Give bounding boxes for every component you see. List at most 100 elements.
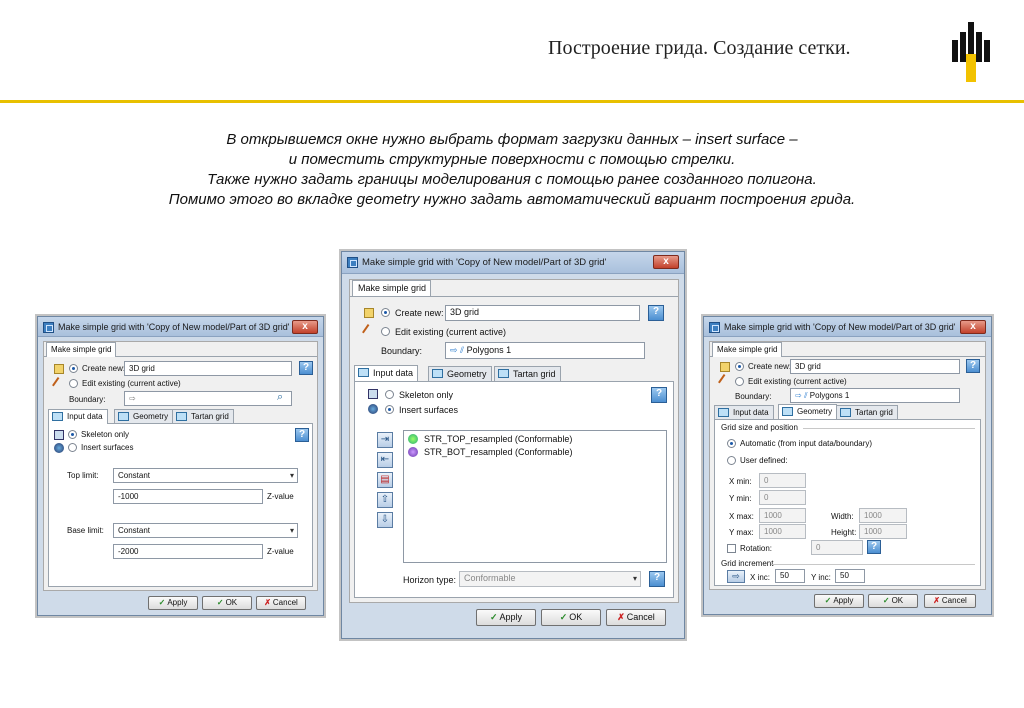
help-icon[interactable]: ? [867, 540, 881, 554]
base-value-input[interactable]: -2000 [113, 544, 263, 559]
xmin-input[interactable]: 0 [759, 473, 806, 488]
skeleton-only-radio[interactable] [68, 430, 77, 439]
ok-button[interactable]: ✓ OK [202, 596, 252, 610]
ok-button[interactable]: ✓ OK [868, 594, 918, 608]
help-icon[interactable]: ? [648, 305, 664, 321]
tab-input-data-label: Input data [373, 368, 414, 378]
create-new-input[interactable]: 3D grid [445, 305, 640, 321]
insert-arrow-icon[interactable]: ⇥ [377, 432, 393, 448]
tab-input-data-label: Input data [67, 412, 103, 421]
create-new-radio[interactable] [735, 362, 744, 371]
base-limit-select[interactable]: Constant [113, 523, 298, 538]
tartan-grid-icon [176, 412, 187, 421]
rotation-checkbox[interactable] [727, 544, 736, 553]
tab-tartan-grid[interactable]: Tartan grid [836, 405, 898, 419]
ok-button[interactable]: ✓ OK [541, 609, 601, 626]
boundary-input[interactable]: ⇨ ⫽ Polygons 1 [445, 342, 645, 359]
ymax-input[interactable]: 1000 [759, 524, 806, 539]
tab-tartan-grid[interactable]: Tartan grid [172, 409, 234, 423]
slide-title: Построение грида. Создание сетки. [548, 37, 851, 59]
cancel-button[interactable]: ✗ Cancel [924, 594, 976, 608]
edit-existing-radio[interactable] [381, 327, 390, 336]
help-icon[interactable]: ? [966, 359, 980, 373]
tab-geometry-label: Geometry [797, 407, 833, 416]
boundary-value: Polygons 1 [809, 391, 850, 400]
cancel-button[interactable]: ✗ Cancel [606, 609, 666, 626]
tab-tartan-grid[interactable]: Tartan grid [494, 366, 561, 381]
apply-button[interactable]: ✓ Apply [476, 609, 536, 626]
insert-surfaces-radio[interactable] [68, 443, 77, 452]
apply-button[interactable]: ✓ Apply [148, 596, 198, 610]
help-icon[interactable]: ? [651, 387, 667, 403]
tab-geometry[interactable]: Geometry [114, 409, 174, 423]
tab-input-data[interactable]: Input data [714, 405, 774, 419]
list-item[interactable]: STR_TOP_resampled (Conformable) [424, 434, 572, 444]
skeleton-only-radio[interactable] [385, 390, 394, 399]
surfaces-list[interactable]: STR_TOP_resampled (Conformable) STR_BOT_… [403, 430, 667, 563]
tab-geometry-label: Geometry [447, 369, 487, 379]
create-new-radio[interactable] [69, 364, 78, 373]
dialog-right-titlebar[interactable]: Make simple grid with 'Copy of New model… [704, 317, 991, 337]
tab-geometry[interactable]: Geometry [778, 404, 838, 419]
ymin-input[interactable]: 0 [759, 490, 806, 505]
boundary-input[interactable]: ⇨ [124, 391, 292, 406]
tab-content-center: Skeleton only Insert surfaces ? ⇥ ⇤ ▤ ⇧ … [354, 381, 674, 598]
dialog-center-titlebar[interactable]: Make simple grid with 'Copy of New model… [342, 252, 684, 274]
tab-geometry[interactable]: Geometry [428, 366, 492, 381]
surface-icon [408, 434, 418, 444]
tab-input-data[interactable]: Input data [354, 365, 419, 381]
create-new-input[interactable]: 3D grid [790, 359, 960, 374]
group-tab[interactable]: Make simple grid [46, 342, 117, 357]
delete-icon[interactable]: ▤ [377, 472, 393, 488]
yinc-input[interactable]: 50 [835, 569, 865, 583]
cancel-button[interactable]: ✗ Cancel [256, 596, 306, 610]
dialog-right: Make simple grid with 'Copy of New model… [703, 316, 992, 615]
pencil-icon [362, 324, 376, 338]
ymax-label: Y max: [729, 528, 754, 537]
help-icon[interactable]: ? [649, 571, 665, 587]
top-value-input[interactable]: -1000 [113, 489, 263, 504]
dialog-left-titlebar[interactable]: Make simple grid with 'Copy of New model… [38, 317, 323, 337]
user-defined-radio[interactable] [727, 456, 736, 465]
close-icon[interactable]: x [960, 320, 986, 334]
rotation-input[interactable]: 0 [811, 540, 863, 555]
apply-label: Apply [167, 598, 188, 607]
tab-input-data[interactable]: Input data [48, 409, 108, 424]
intro-text: В открывшемся окне нужно выбрать формат … [60, 130, 964, 210]
create-new-label: Create new: [395, 308, 444, 318]
automatic-radio[interactable] [727, 439, 736, 448]
help-icon[interactable]: ? [299, 361, 313, 375]
move-up-icon[interactable]: ⇧ [377, 492, 393, 508]
insert-surfaces-radio[interactable] [385, 405, 394, 414]
boundary-input[interactable]: ⇨ ⫽ Polygons 1 [790, 388, 960, 403]
tartan-grid-icon [498, 369, 509, 378]
apply-button[interactable]: ✓ Apply [814, 594, 864, 608]
top-limit-select[interactable]: Constant [113, 468, 298, 483]
dialog-center: Make simple grid with 'Copy of New model… [341, 251, 685, 639]
company-logo [952, 22, 990, 82]
move-down-icon[interactable]: ⇩ [377, 512, 393, 528]
edit-existing-label: Edit existing (current active) [82, 379, 181, 388]
ok-label: OK [225, 598, 238, 607]
cancel-label: Cancel [272, 598, 298, 607]
remove-arrow-icon[interactable]: ⇤ [377, 452, 393, 468]
folder-icon [54, 364, 64, 374]
close-icon[interactable]: x [653, 255, 679, 269]
xinc-input[interactable]: 50 [775, 569, 805, 583]
close-icon[interactable]: x [292, 320, 318, 334]
width-input[interactable]: 1000 [859, 508, 907, 523]
horizon-type-select[interactable]: Conformable [459, 571, 641, 587]
group-tab[interactable]: Make simple grid [352, 280, 432, 296]
height-input[interactable]: 1000 [859, 524, 907, 539]
input-data-icon [358, 368, 369, 377]
help-icon[interactable]: ? [295, 428, 309, 442]
create-new-input[interactable]: 3D grid [124, 361, 292, 376]
arrow-right-icon[interactable]: ⇨ [727, 570, 745, 583]
list-item[interactable]: STR_BOT_resampled (Conformable) [424, 447, 573, 457]
edit-existing-radio[interactable] [69, 379, 78, 388]
edit-existing-radio[interactable] [735, 377, 744, 386]
create-new-radio[interactable] [381, 308, 390, 317]
xmax-input[interactable]: 1000 [759, 508, 806, 523]
search-icon[interactable]: ⌕ [277, 391, 283, 404]
group-tab[interactable]: Make simple grid [712, 342, 783, 357]
